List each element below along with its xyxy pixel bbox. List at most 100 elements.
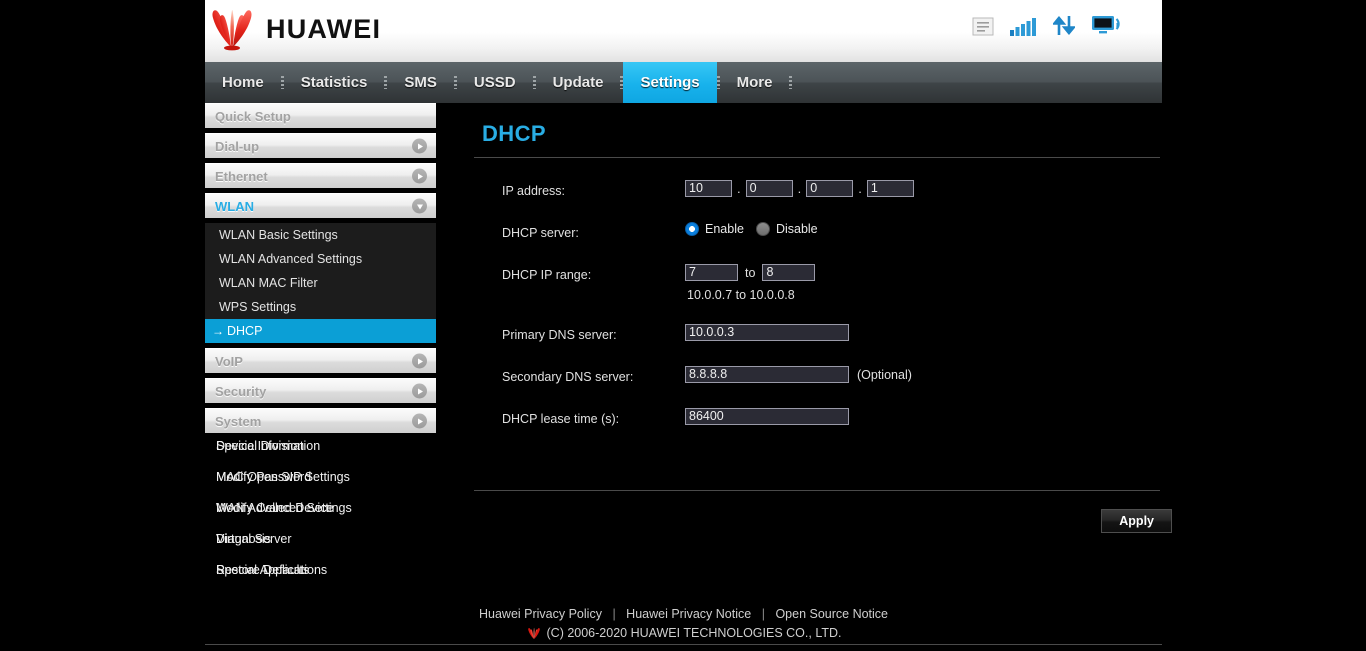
ip-octet-2-input[interactable]: [745, 180, 793, 197]
signal-bars-icon[interactable]: [1010, 16, 1037, 36]
nav-item-more[interactable]: More: [720, 62, 790, 103]
ip-octet-1-input[interactable]: [685, 180, 732, 197]
brand-name: HUAWEI: [266, 13, 382, 44]
nav-label: Update: [552, 74, 604, 91]
range-to-label: to: [745, 265, 756, 280]
selected-arrow-icon: →: [212, 324, 224, 338]
sidebar-item-wlan-advanced-settings[interactable]: WLAN Advanced Settings: [205, 247, 436, 271]
sidebar-item-dhcp[interactable]: → DHCP: [205, 319, 436, 343]
radio-unselected-icon: [755, 222, 770, 236]
sidebar-group-label: System: [215, 413, 262, 429]
sidebar-item-wlan-basic-settings[interactable]: WLAN Basic Settings: [205, 223, 436, 247]
data-transfer-icon[interactable]: [1053, 15, 1075, 36]
huawei-flower-logo-icon: [527, 627, 540, 639]
dhcp-range-hint: 10.0.0.7 to 10.0.0.8: [687, 288, 795, 302]
sidebar-item-label: WPS Settings: [219, 300, 297, 314]
content-panel: DHCP IP address: . . .: [462, 103, 1172, 595]
primary-dns-controls: [685, 324, 849, 341]
footer-link-privacy-policy[interactable]: Huawei Privacy Policy: [479, 607, 602, 621]
lease-time-controls: [685, 408, 849, 425]
radio-disable[interactable]: Disable: [755, 222, 818, 236]
sidebar-item-label: DHCP: [227, 324, 263, 338]
list-item[interactable]: Modify Password MAC Open SIP Settings: [205, 469, 462, 500]
overlapped-label-b: Restore Defaults: [216, 563, 310, 577]
apply-button[interactable]: Apply: [1101, 509, 1172, 533]
sidebar-group-ethernet[interactable]: Ethernet: [205, 163, 436, 188]
dhcp-server-label: DHCP server:: [502, 226, 579, 240]
secondary-dns-controls: (Optional): [685, 366, 912, 383]
monitor-wifi-icon[interactable]: [1091, 14, 1124, 36]
brand-logo[interactable]: HUAWEI: [208, 7, 381, 51]
nav-item-statistics[interactable]: Statistics: [284, 62, 385, 103]
form-actions: Apply: [474, 491, 1172, 533]
nav-label: More: [736, 74, 773, 91]
form-row-dhcp-ip-range: DHCP IP range: to 10.0.0.7 to 10.0.0.8: [502, 264, 1172, 306]
ip-octet-4-input[interactable]: [866, 180, 914, 197]
nav-item-ussd[interactable]: USSD: [457, 62, 533, 103]
huawei-flower-logo-icon: [212, 10, 252, 51]
primary-dns-input[interactable]: [685, 324, 849, 341]
nav-item-settings[interactable]: Settings: [623, 62, 717, 103]
sidebar-group-wlan[interactable]: WLAN: [205, 193, 436, 218]
sidebar-group-dial-up[interactable]: Dial-up: [205, 133, 436, 158]
page-title: DHCP: [482, 121, 546, 146]
lease-time-label: DHCP lease time (s):: [502, 412, 620, 426]
nav-separator: [789, 76, 793, 89]
chevron-right-icon: [412, 138, 427, 154]
secondary-dns-optional-note: (Optional): [857, 367, 912, 382]
sidebar-group-system[interactable]: System: [205, 408, 436, 433]
dhcp-range-end-input[interactable]: [762, 264, 816, 281]
chevron-down-icon: [412, 198, 427, 214]
nav-separator: [384, 76, 388, 89]
sidebar: Quick Setup Dial-up Ethernet WLAN WLAN B…: [205, 103, 462, 595]
nav-item-sms[interactable]: SMS: [387, 62, 454, 103]
form-row-primary-dns: Primary DNS server:: [502, 324, 1172, 366]
chevron-right-icon: [412, 413, 427, 429]
ip-address-label: IP address:: [502, 184, 566, 198]
sidebar-group-label: Security: [215, 383, 267, 399]
footer-link-open-source-notice[interactable]: Open Source Notice: [775, 607, 888, 621]
form-row-ip-address: IP address: . . .: [502, 180, 1172, 222]
message-icon[interactable]: [972, 17, 994, 36]
radio-enable[interactable]: Enable: [685, 222, 744, 236]
nav-separator: [620, 76, 624, 89]
radio-disable-label: Disable: [775, 222, 818, 236]
overlapped-label-b: MAC Open SIP Settings: [216, 470, 350, 484]
dhcp-form: IP address: . . . DHCP server:: [462, 158, 1172, 533]
sidebar-overlapped-items: Device Information Special Division Modi…: [205, 438, 462, 593]
chevron-right-icon: [412, 353, 427, 369]
screenshot-root: HUAWEI Home Statistics SMS USSD Update S…: [0, 0, 1366, 651]
nav-item-home[interactable]: Home: [205, 62, 281, 103]
page-footer: Huawei Privacy Policy | Huawei Privacy N…: [205, 595, 1162, 645]
footer-copyright: (C) 2006-2020 HUAWEI TECHNOLOGIES CO., L…: [205, 621, 1162, 640]
status-icon-tray: [972, 14, 1124, 36]
ip-octet-3-input[interactable]: [806, 180, 854, 197]
copyright-text: (C) 2006-2020 HUAWEI TECHNOLOGIES CO., L…: [546, 626, 842, 640]
sidebar-item-wps-settings[interactable]: WPS Settings: [205, 295, 436, 319]
sidebar-group-security[interactable]: Security: [205, 378, 436, 403]
sidebar-group-label: Dial-up: [215, 138, 260, 154]
list-item[interactable]: WAN Advanced Settings Modify Celled Devi…: [205, 500, 462, 531]
dhcp-ip-range-controls: to 10.0.0.7 to 10.0.0.8: [685, 264, 1105, 302]
overlapped-label-b: Modify Celled Device: [216, 501, 334, 515]
footer-link-privacy-notice[interactable]: Huawei Privacy Notice: [626, 607, 751, 621]
footer-separator: |: [612, 607, 616, 621]
list-item[interactable]: Special Applications Restore Defaults: [205, 562, 462, 593]
ip-dot: .: [797, 181, 802, 196]
ip-dot: .: [737, 181, 741, 196]
ip-address-controls: . . .: [685, 180, 914, 197]
nav-label: Settings: [640, 74, 700, 91]
sidebar-group-quick-setup[interactable]: Quick Setup: [205, 103, 436, 128]
sidebar-group-voip[interactable]: VoIP: [205, 348, 436, 373]
footer-links: Huawei Privacy Policy | Huawei Privacy N…: [205, 607, 1162, 621]
sidebar-group-label: WLAN: [215, 198, 254, 214]
lease-time-input[interactable]: [685, 408, 849, 425]
dhcp-range-start-input[interactable]: [685, 264, 738, 281]
sidebar-item-label: WLAN Basic Settings: [219, 228, 338, 242]
nav-item-update[interactable]: Update: [536, 62, 621, 103]
sidebar-item-wlan-mac-filter[interactable]: WLAN MAC Filter: [205, 271, 436, 295]
list-item[interactable]: Virtual Server Diagnosis: [205, 531, 462, 562]
radio-enable-label: Enable: [705, 222, 744, 236]
secondary-dns-input[interactable]: [685, 366, 849, 383]
list-item[interactable]: Device Information Special Division: [205, 438, 462, 469]
